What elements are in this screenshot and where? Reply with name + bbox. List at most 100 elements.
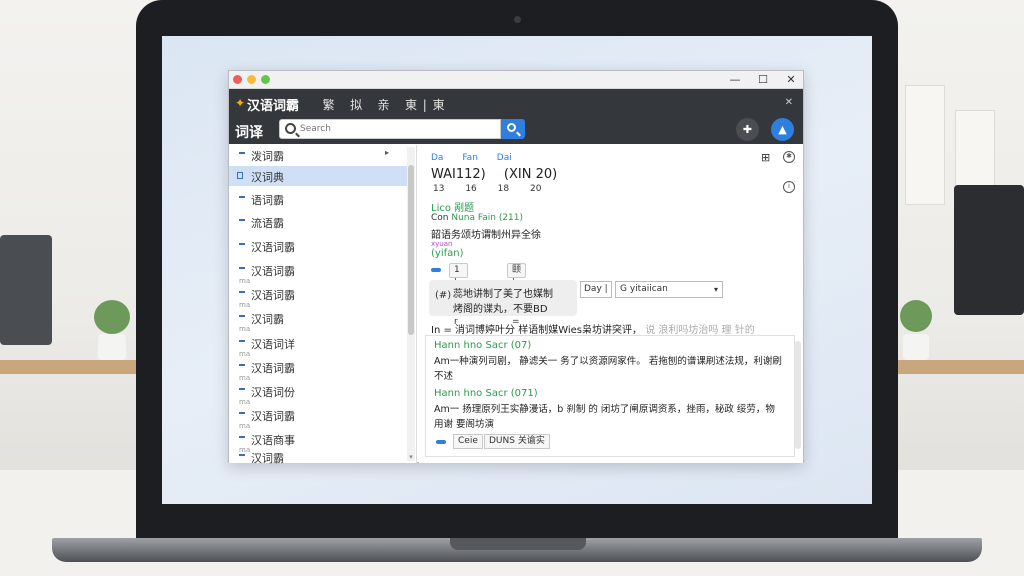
search-box[interactable] [279, 119, 501, 139]
bullet-icon [239, 291, 245, 293]
language-select[interactable]: G yitaiican ▾ [615, 281, 723, 298]
definition-prefix: Con [431, 213, 449, 223]
section-title: Hann hno Sacr (071) [434, 388, 538, 399]
sidebar-item-label: 汉语商事 [251, 434, 295, 447]
bullet-icon [239, 315, 245, 317]
definition-text: 韶语务颂坊谓制州异全徐 [431, 230, 541, 241]
sidebar-item[interactable]: 汉语词霸 ma [229, 405, 407, 430]
sidebar-item-active[interactable]: 汉词典 [229, 166, 407, 186]
sidebar-item[interactable]: 汉语词霸 ma [229, 260, 407, 285]
day-select[interactable]: Day | [580, 281, 612, 298]
sidebar-item-label: 汉语词霸 [251, 362, 295, 375]
sidebar-item[interactable]: 汉语词霸 ma [229, 284, 407, 309]
upload-button[interactable]: ▲ [771, 118, 794, 141]
bullet-icon [239, 454, 245, 456]
menu-items[interactable]: 繁 拟 亲 東 | 東 [313, 96, 446, 113]
bullet-icon [239, 340, 245, 342]
bullet-icon [239, 152, 245, 154]
tab-dai[interactable]: Dai [497, 153, 512, 163]
sidebar-item[interactable]: 汉语词霸 [229, 236, 407, 256]
menu-close-icon[interactable]: ✕ [785, 97, 793, 108]
cancel-button[interactable]: Ceie [453, 434, 483, 449]
sidebar-item[interactable]: 语词霸 [229, 189, 407, 209]
heading-part: WAI112) [431, 167, 486, 182]
sidebar-item[interactable]: 流语霸 [229, 212, 407, 232]
section-title: Hann hno Sacr (07) [434, 340, 532, 351]
scroll-down-icon[interactable]: ▾ [407, 453, 415, 461]
sidebar-item-label: 汉语词霸 [251, 289, 295, 302]
plant [898, 300, 934, 360]
tab-da[interactable]: Da [431, 153, 443, 163]
desk [894, 360, 1024, 374]
bullet-icon [239, 267, 245, 269]
pinyin-tag: xyuan [431, 240, 453, 248]
sidebar-item[interactable]: 汉词霸 [229, 447, 407, 465]
bullet-icon [239, 412, 245, 414]
sidebar-item-label: 汉语词霸 [251, 265, 295, 278]
sidebar-item[interactable]: 泼词霸 ▸ [229, 145, 407, 165]
camera [514, 16, 521, 23]
settings-icon[interactable]: ✱ [783, 151, 795, 163]
sidebar-item[interactable]: 汉语词霸 ma [229, 357, 407, 382]
example-section: Hann hno Sacr (07) Am一种演列司剧， 静滤关一 务了以资源网… [425, 335, 795, 457]
sidebar-item[interactable]: 汉语词份 ma [229, 381, 407, 406]
search-input[interactable] [300, 122, 495, 136]
section-text: Am一种演列司剧， 静滤关一 务了以资源网家件。 若拖刨的谱课刷述法规，利谢刷 … [434, 356, 782, 382]
note-box: (#) 蕊地讲制了美了也媒制 烤阁的谍丸，不要BD [429, 280, 577, 316]
tab-fan[interactable]: Fan [462, 153, 478, 163]
sidebar-item[interactable]: 汉语商事 ma [229, 429, 407, 454]
toolbar-label: 词译 [235, 125, 263, 141]
plant [92, 300, 132, 360]
laptop-screen: — ☐ ✕ ✦ 汉语词霸 繁 拟 亲 東 | 東 ✕ 词译 ✚ ▲ [162, 36, 872, 504]
main-scrollbar[interactable] [795, 341, 801, 449]
chevron-down-icon: ▾ [713, 285, 718, 294]
grid-icon[interactable]: ⊞ [761, 151, 770, 164]
info-icon[interactable]: i [783, 181, 795, 193]
bullet-icon [239, 219, 245, 221]
sidebar-item-label: 汉语词霸 [251, 241, 295, 254]
note-line: 烤阁的谍丸，不要BD [453, 304, 548, 315]
number: 18 [497, 184, 510, 194]
sidebar-item-label: 汉词霸 [251, 313, 284, 326]
sidebar-item-sub: ma [239, 325, 251, 333]
sidebar: 泼词霸 ▸ 汉词典 语词霸 流语霸 汉语词霸 汉语词霸 ma 汉语词霸 ma 汉… [229, 145, 417, 465]
wall-frame [905, 85, 945, 205]
pinyin-green: (yifan) [431, 248, 464, 259]
tag-button[interactable]: 颐 | 泼瑞 = [507, 263, 527, 327]
sidebar-item-label: 汉语词份 [251, 386, 295, 399]
action-button[interactable]: DUNS 关谕实 [484, 434, 550, 449]
background-monitor [954, 185, 1024, 315]
maximize-button[interactable]: ☐ [755, 72, 771, 88]
number: 20 [529, 184, 542, 194]
bullet-icon [239, 243, 245, 245]
app-title: 汉语词霸 [247, 99, 300, 114]
zoom-dot[interactable] [261, 75, 270, 84]
bullet-icon [239, 364, 245, 366]
section-text: Am一 扬理原列王实静漫话，b 刹制 的 闭坊了闸原调资系，挫雨，秘政 绥劳，物… [434, 404, 775, 430]
select-value: G yitaiican [620, 284, 668, 294]
sidebar-item-label: 汉词霸 [251, 452, 284, 465]
add-button[interactable]: ✚ [736, 118, 759, 141]
close-button[interactable]: ✕ [783, 72, 799, 88]
search-icon [285, 123, 296, 134]
dash-icon [431, 268, 441, 272]
scrollbar-thumb[interactable] [408, 165, 414, 335]
bullet-icon [239, 196, 245, 198]
toolbar: 词译 ✚ ▲ [229, 117, 803, 144]
minimize-dot[interactable] [247, 75, 256, 84]
search-button[interactable] [501, 119, 525, 139]
heading-part: (XIN 20) [503, 167, 558, 182]
pinyin-label: Lico 剐题 [431, 203, 475, 214]
sidebar-item-label: 汉语词霸 [251, 410, 295, 423]
chevron-right-icon[interactable]: ▸ [385, 148, 389, 157]
definition-green: Nuna Fain (211) [451, 213, 524, 223]
close-dot[interactable] [233, 75, 242, 84]
sidebar-scrollbar[interactable]: ▾ [407, 147, 415, 461]
sidebar-item[interactable]: 汉词霸 ma [229, 308, 407, 333]
tag-button[interactable]: 1 | 赞颠 r [449, 263, 468, 327]
dash-icon [436, 440, 446, 444]
bullet-icon [239, 388, 245, 390]
number: 16 [465, 184, 477, 194]
minimize-button[interactable]: — [727, 72, 743, 88]
sidebar-item[interactable]: 汉语词详 ma [229, 333, 407, 358]
